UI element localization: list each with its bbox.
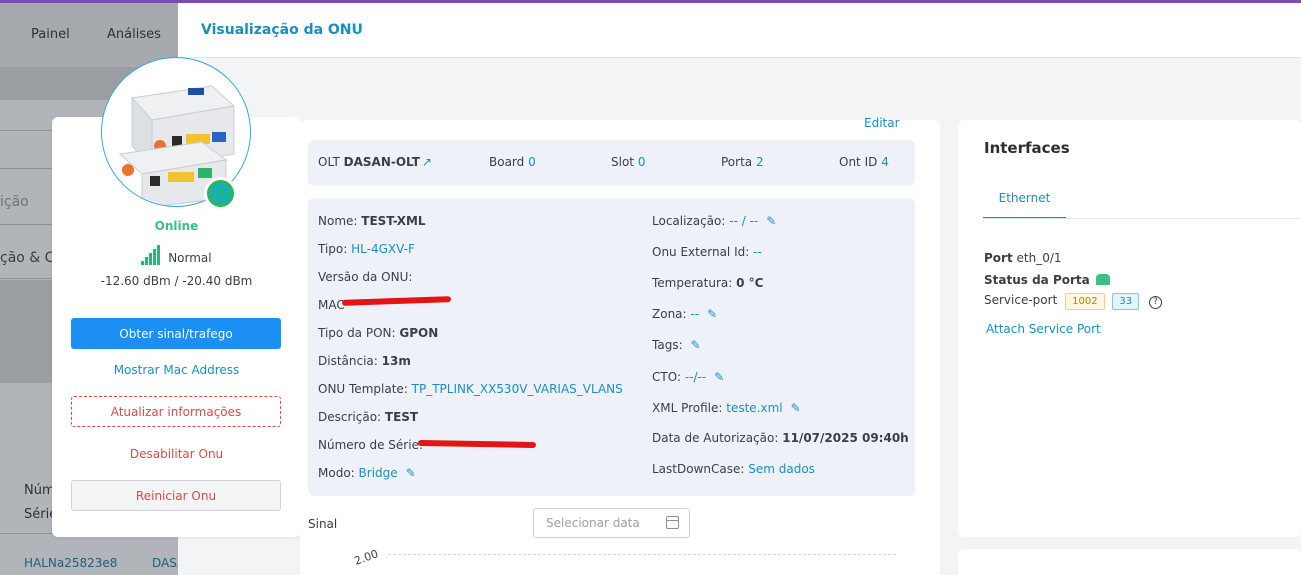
restart-onu-button[interactable]: Reiniciar Onu [71,480,281,511]
tab-ethernet[interactable]: Ethernet [983,182,1066,219]
field-tipo-pon: Tipo da PON: GPON [318,326,439,340]
background-nav: Painel Análises [0,3,178,67]
service-port-badge-2: 33 [1112,293,1140,310]
nav-painel[interactable]: Painel [31,27,70,42]
signal-quality: Normal [52,245,301,265]
edit-link[interactable]: Editar [864,116,900,130]
field-serie: Número de Série: [318,438,423,452]
field-zona: Zona: -- ✎ [652,307,718,321]
interfaces-title: Interfaces [984,139,1070,157]
porta-field: Porta 2 [721,155,764,169]
service-port-line: Service-port 1002 33 ? [984,293,1162,310]
bg-fragment-1: ição [0,194,29,210]
disable-onu-link[interactable]: Desabilitar Onu [52,447,301,461]
bg-col-header-1: Núm [24,483,55,498]
external-link-icon[interactable]: ↗ [422,155,432,169]
chart-gridline [388,554,896,555]
slot-field: Slot 0 [611,155,646,169]
field-mac: MAC [318,298,345,312]
signal-dbm: -12.60 dBm / -20.40 dBm [100,274,253,288]
onu-status: Online [154,219,199,233]
edit-tags-icon[interactable]: ✎ [691,338,701,352]
help-icon[interactable]: ? [1148,296,1162,309]
tab-divider [983,218,1301,219]
field-descricao: Descrição: TEST [318,410,419,424]
signal-quality-label: Normal [168,251,212,265]
bg-row-olt[interactable]: DASA [152,556,178,570]
field-external-id: Onu External Id: -- [652,245,762,259]
field-temperatura: Temperatura: 0 °C [652,276,764,290]
edit-cto-icon[interactable]: ✎ [714,370,724,384]
date-picker-input[interactable]: Selecionar data [533,508,690,538]
olt-name: DASAN-OLT [343,155,420,169]
services-card [958,549,1301,575]
field-distancia: Distância: 13m [318,354,411,368]
update-info-button[interactable]: Atualizar informações [71,396,281,427]
globe-icon: 🌐 [204,177,237,210]
attach-service-port-link[interactable]: Attach Service Port [986,322,1101,336]
ethernet-port-icon [1095,274,1110,285]
field-autorizacao: Data de Autorização: 11/07/2025 09:40h [652,431,909,445]
date-picker-placeholder: Selecionar data [546,516,640,530]
board-field: Board 0 [489,155,536,169]
service-port-badge-1: 1002 [1065,293,1105,310]
field-xml-profile: XML Profile: teste.xml ✎ [652,401,801,415]
get-signal-button[interactable]: Obter sinal/trafego [71,318,281,349]
field-tipo: Tipo: HL-4GXV-F [318,242,415,256]
edit-localizacao-icon[interactable]: ✎ [766,214,776,228]
field-localizacao: Localização: -- / -- ✎ [652,214,777,228]
calendar-icon[interactable] [666,516,679,529]
bg-row-serial[interactable]: HALNa25823e8 [24,556,117,570]
olt-field: OLT DASAN-OLT ↗ [318,155,432,169]
edit-zona-icon[interactable]: ✎ [707,307,717,321]
ontid-field: Ont ID 4 [839,155,889,169]
field-cto: CTO: --/-- ✎ [652,370,725,384]
field-lastdown: LastDownCase: Sem dados [652,462,815,476]
signal-chart-label: Sinal [308,517,338,531]
modal-header: Visualização da ONU [178,3,1301,58]
port-status-line: Status da Porta [984,273,1110,287]
signal-bars-icon [141,245,161,265]
field-nome: Nome: TEST-XML [318,214,426,228]
field-tags: Tags: ✎ [652,338,701,352]
edit-modo-icon[interactable]: ✎ [406,466,416,480]
edit-xml-icon[interactable]: ✎ [791,401,801,415]
field-modo: Modo: Bridge ✎ [318,466,416,480]
port-line: Port eth_0/1 [984,251,1062,265]
field-template: ONU Template: TP_TPLINK_XX530V_VARIAS_VL… [318,382,623,396]
modal-title: Visualização da ONU [201,22,363,38]
show-mac-link[interactable]: Mostrar Mac Address [52,363,301,377]
olt-summary-bar: OLT DASAN-OLT ↗ Board 0 Slot 0 Porta 2 On… [308,140,915,186]
nav-analises[interactable]: Análises [107,27,161,42]
field-versao: Versão da ONU: [318,270,413,284]
